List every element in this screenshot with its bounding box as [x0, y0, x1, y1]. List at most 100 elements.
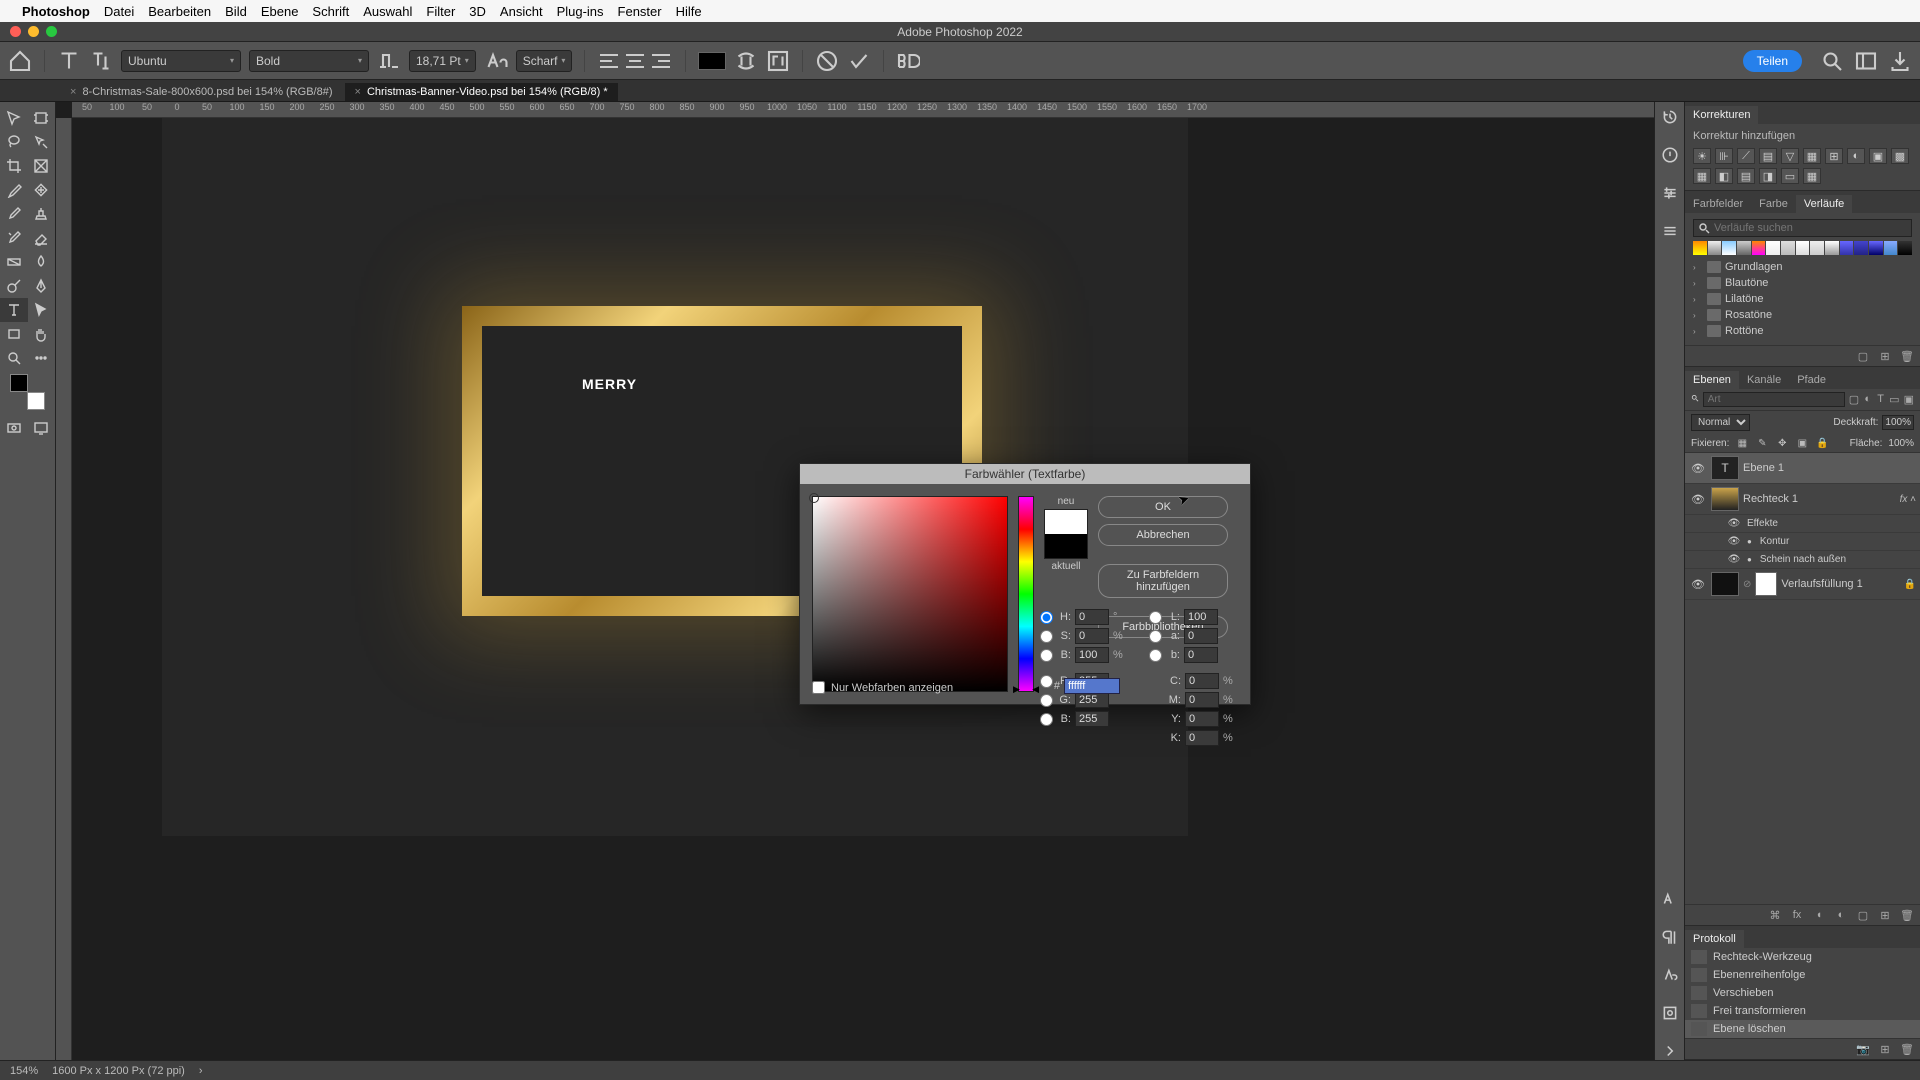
history-state[interactable]: Verschieben	[1685, 984, 1920, 1002]
color-field-marker[interactable]	[809, 493, 819, 503]
adjustment-layer-icon[interactable]: ◐	[1834, 908, 1848, 922]
layer-row[interactable]: 👁 ⊘ Verlaufsfüllung 1 🔒	[1685, 569, 1920, 600]
gradient-folder[interactable]: ›Rottöne	[1693, 323, 1912, 339]
snapshot-camera-icon[interactable]: 📷	[1856, 1042, 1870, 1056]
export-button[interactable]	[1888, 49, 1912, 73]
gradient-folder[interactable]: ›Blautöne	[1693, 275, 1912, 291]
zoom-level[interactable]: 154%	[10, 1065, 38, 1077]
layer-mask-thumbnail[interactable]	[1755, 572, 1777, 596]
menu-layer[interactable]: Ebene	[261, 4, 299, 19]
g-input[interactable]	[1075, 692, 1109, 708]
s-radio[interactable]	[1040, 630, 1053, 643]
bl-radio[interactable]	[1040, 713, 1053, 726]
gradient-swatch[interactable]	[1854, 241, 1868, 255]
opacity-input[interactable]: 100%	[1882, 415, 1914, 430]
channels-tab[interactable]: Kanäle	[1739, 371, 1789, 389]
eraser-tool[interactable]	[28, 226, 56, 250]
text-color-swatch[interactable]	[698, 52, 726, 70]
colorlookup-adjustment-icon[interactable]: ▦	[1693, 168, 1711, 184]
lb-radio[interactable]	[1149, 649, 1162, 662]
r-radio[interactable]	[1040, 675, 1053, 688]
color-tab[interactable]: Farbe	[1751, 195, 1796, 213]
layer-thumbnail[interactable]	[1711, 572, 1739, 596]
posterize-adjustment-icon[interactable]: ▤	[1737, 168, 1755, 184]
gradient-swatch[interactable]	[1810, 241, 1824, 255]
hue-slider[interactable]: ▶◀	[1018, 496, 1034, 692]
a-input[interactable]	[1184, 628, 1218, 644]
layer-filter-input[interactable]	[1703, 392, 1845, 407]
bl-input[interactable]	[1075, 711, 1109, 727]
gradient-tool[interactable]	[0, 250, 28, 274]
fx-indicator[interactable]: fx ˄	[1900, 494, 1916, 505]
layer-mask-icon[interactable]: ◖	[1812, 908, 1826, 922]
web-colors-only-checkbox[interactable]: Nur Webfarben anzeigen	[812, 681, 953, 694]
menu-filter[interactable]: Filter	[426, 4, 455, 19]
text-orientation-toggle[interactable]	[89, 49, 113, 73]
glyphs-panel-icon[interactable]	[1661, 966, 1679, 984]
photofilter-adjustment-icon[interactable]: ▣	[1869, 148, 1887, 164]
new-color-swatch[interactable]	[1045, 510, 1087, 534]
dodge-tool[interactable]	[0, 274, 28, 298]
type-tool[interactable]	[0, 298, 28, 322]
history-brush-tool[interactable]	[0, 226, 28, 250]
artboard-tool[interactable]	[28, 106, 56, 130]
layer-thumbnail[interactable]	[1711, 487, 1739, 511]
filter-shape-icon[interactable]: ▭	[1889, 392, 1899, 406]
visibility-toggle-icon[interactable]: 👁	[1689, 578, 1707, 591]
menu-view[interactable]: Ansicht	[500, 4, 543, 19]
workspace-switcher[interactable]	[1854, 49, 1878, 73]
path-select-tool[interactable]	[28, 298, 56, 322]
invert-adjustment-icon[interactable]: ◧	[1715, 168, 1733, 184]
history-state[interactable]: Frei transformieren	[1685, 1002, 1920, 1020]
history-state[interactable]: Ebene löschen	[1685, 1020, 1920, 1038]
menu-plugins[interactable]: Plug-ins	[557, 4, 604, 19]
b-input[interactable]	[1075, 647, 1109, 663]
gradient-swatch[interactable]	[1708, 241, 1722, 255]
adjustments-tab[interactable]: Korrekturen	[1685, 106, 1758, 124]
zoom-tool[interactable]	[0, 346, 28, 370]
gradient-folder[interactable]: ›Lilatöne	[1693, 291, 1912, 307]
gradient-swatch[interactable]	[1752, 241, 1766, 255]
l-radio[interactable]	[1149, 611, 1162, 624]
hex-input[interactable]	[1064, 678, 1120, 694]
swatches-tab[interactable]: Farbfelder	[1685, 195, 1751, 213]
colorbalance-adjustment-icon[interactable]: ⊞	[1825, 148, 1843, 164]
app-name[interactable]: Photoshop	[22, 4, 90, 19]
history-state[interactable]: Rechteck-Werkzeug	[1685, 948, 1920, 966]
layer-name[interactable]: Rechteck 1	[1743, 493, 1798, 505]
search-button[interactable]	[1820, 49, 1844, 73]
gradients-tab[interactable]: Verläufe	[1796, 195, 1852, 213]
cancel-edit-button[interactable]	[815, 49, 839, 73]
styles-panel-icon[interactable]	[1661, 1004, 1679, 1022]
font-size-input[interactable]: 18,71 Pt▾	[409, 50, 476, 72]
lasso-tool[interactable]	[0, 130, 28, 154]
background-color[interactable]	[27, 392, 45, 410]
gradient-folder[interactable]: ›Grundlagen	[1693, 259, 1912, 275]
warp-text-button[interactable]	[734, 49, 758, 73]
color-field[interactable]	[812, 496, 1008, 692]
lock-all-icon[interactable]: 🔒	[1815, 436, 1829, 450]
add-to-swatches-button[interactable]: Zu Farbfeldern hinzufügen	[1098, 564, 1228, 598]
history-panel-icon[interactable]	[1661, 108, 1679, 126]
gradient-swatch[interactable]	[1781, 241, 1795, 255]
brush-tool[interactable]	[0, 202, 28, 226]
pen-tool[interactable]	[28, 274, 56, 298]
close-tab-icon[interactable]: ×	[355, 86, 361, 98]
share-button[interactable]: Teilen	[1743, 50, 1802, 72]
lock-nesting-icon[interactable]: ▣	[1795, 436, 1809, 450]
crop-tool[interactable]	[0, 154, 28, 178]
font-weight-select[interactable]: Bold▾	[249, 50, 369, 72]
delete-layer-icon[interactable]: 🗑	[1900, 908, 1914, 922]
s-input[interactable]	[1075, 628, 1109, 644]
menu-select[interactable]: Auswahl	[363, 4, 412, 19]
properties-panel-icon[interactable]	[1661, 146, 1679, 164]
visibility-toggle-icon[interactable]: 👁	[1689, 493, 1707, 506]
gradient-swatch[interactable]	[1898, 241, 1912, 255]
curves-adjustment-icon[interactable]: ⟋	[1737, 148, 1755, 164]
quickmask-toggle[interactable]	[6, 416, 22, 440]
blur-tool[interactable]	[28, 250, 56, 274]
new-folder-icon[interactable]: ▢	[1856, 349, 1870, 363]
menu-type[interactable]: Schrift	[312, 4, 349, 19]
lock-position-icon[interactable]: ✥	[1775, 436, 1789, 450]
history-tab[interactable]: Protokoll	[1685, 930, 1744, 948]
